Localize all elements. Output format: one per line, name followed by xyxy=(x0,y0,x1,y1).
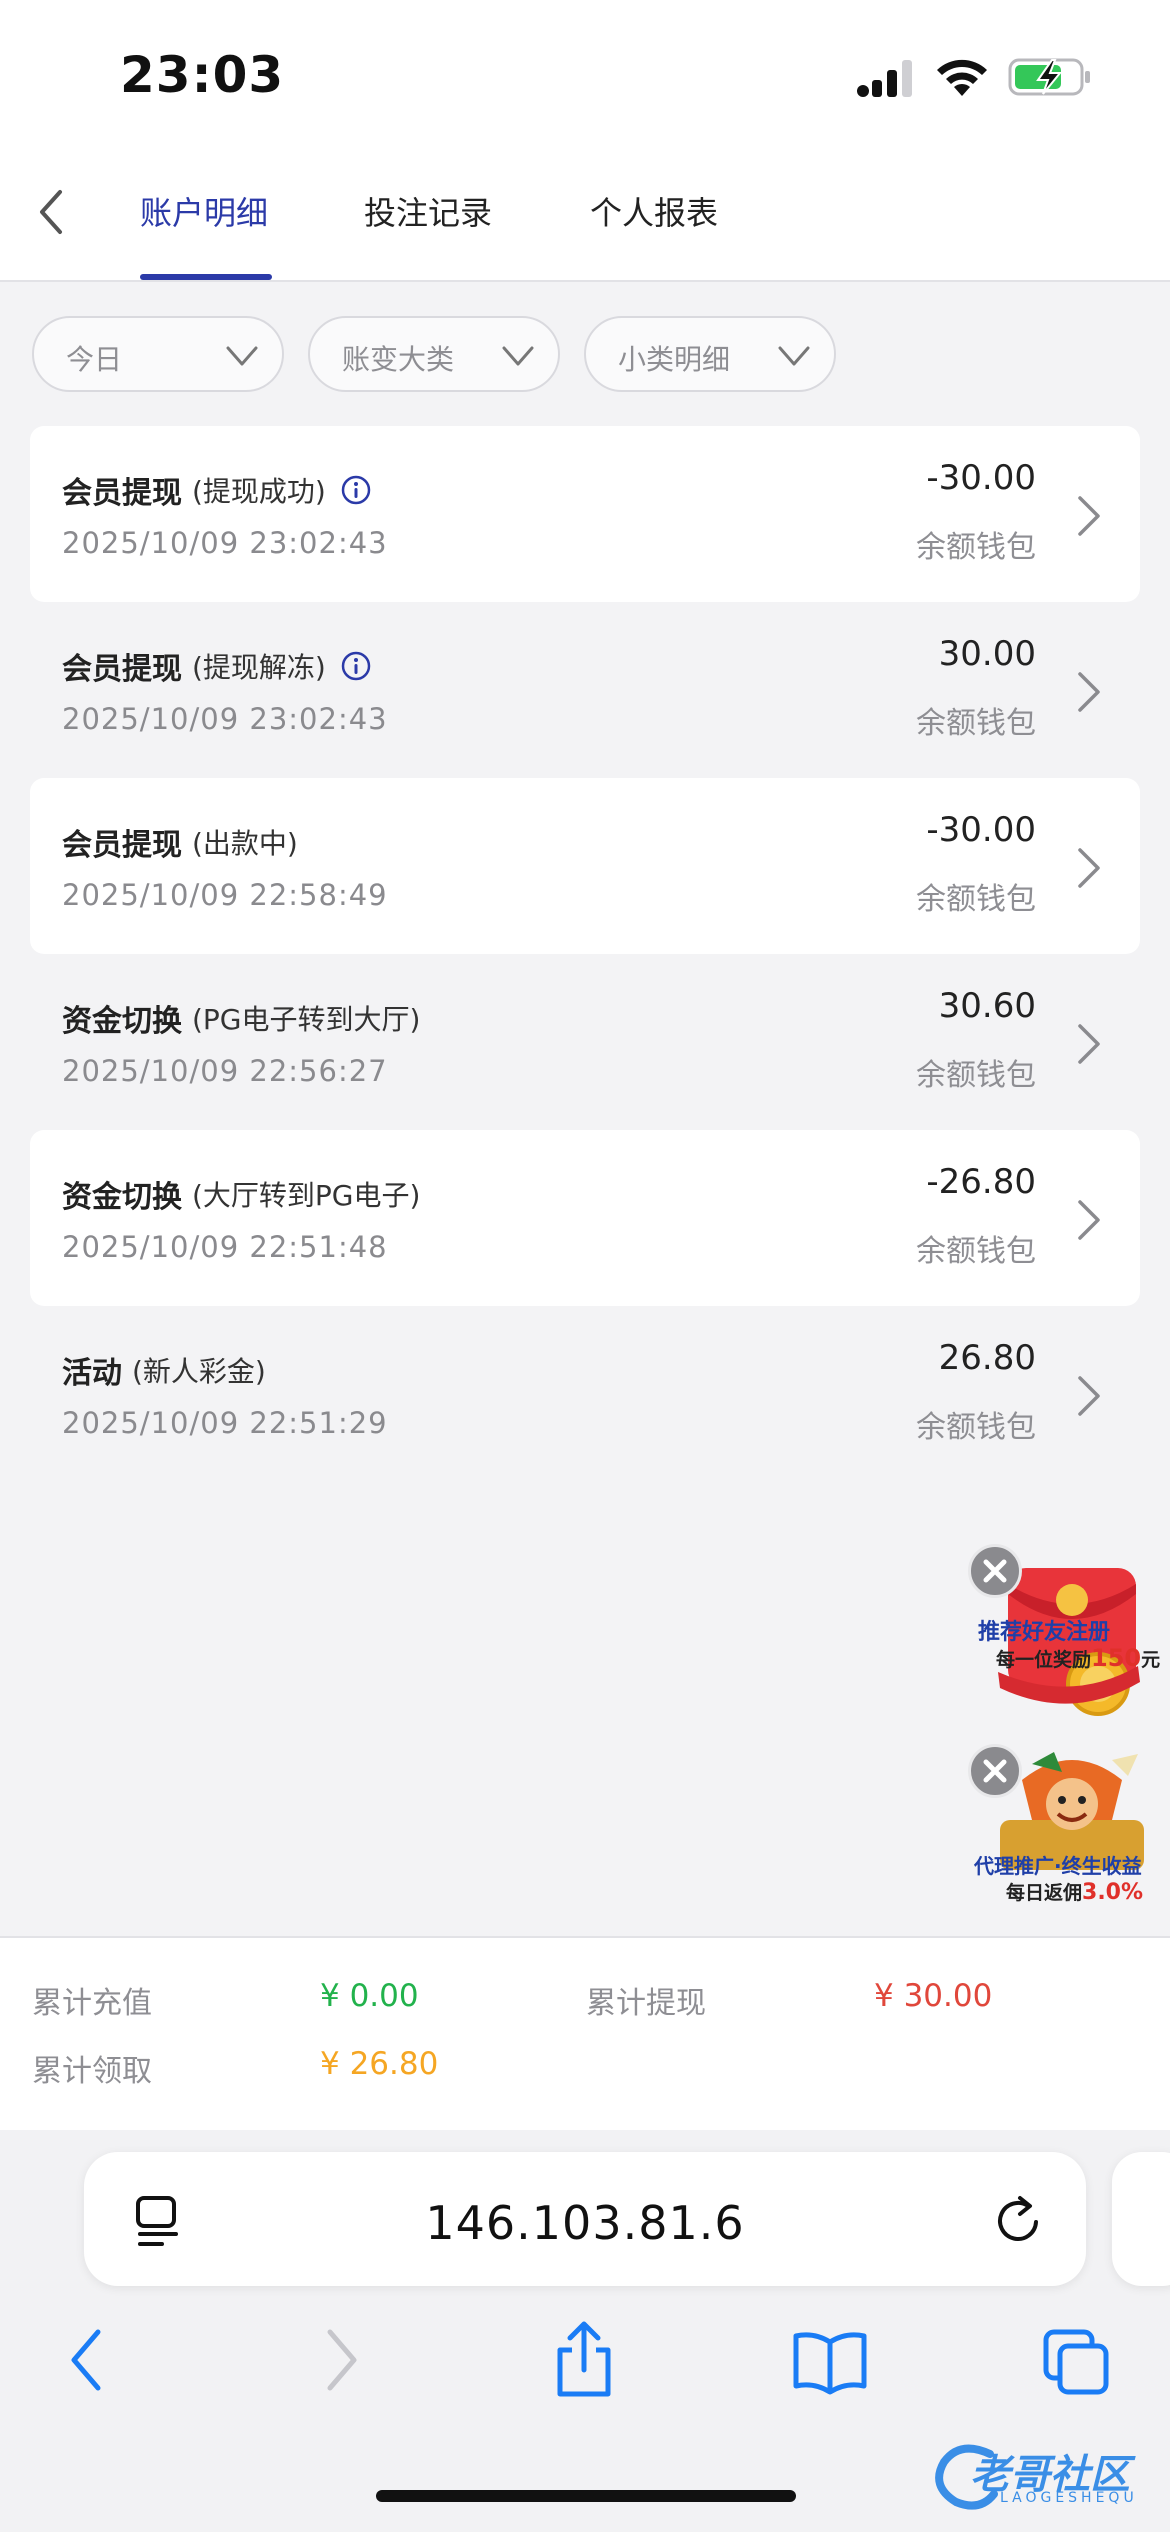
record-subtitle: (提现成功) xyxy=(192,475,326,508)
chevron-right-icon xyxy=(1078,848,1100,888)
total-recharge-label: 累计充值 xyxy=(32,1986,152,2021)
record-subtitle: (PG电子转到大厅) xyxy=(192,1003,421,1036)
chevron-down-icon xyxy=(226,346,258,366)
list-item[interactable]: 会员提现 (出款中) 2025/10/09 22:58:49 -30.00 余额… xyxy=(30,778,1140,954)
record-title: 会员提现 xyxy=(62,828,182,863)
referral-promo-amount: 150 xyxy=(1091,1644,1142,1672)
agent-promo[interactable]: 代理推广·终生收益 每日返佣3.0% xyxy=(968,1744,1168,1920)
filter-date[interactable]: 今日 xyxy=(32,316,284,392)
list-item[interactable]: 资金切换 (大厅转到PG电子) 2025/10/09 22:51:48 -26.… xyxy=(30,1130,1140,1306)
chevron-right-icon xyxy=(1078,1200,1100,1240)
cellular-signal-icon xyxy=(857,60,912,97)
record-date: 2025/10/09 23:02:43 xyxy=(62,526,388,560)
tab-bet-records[interactable]: 投注记录 xyxy=(364,188,492,234)
chevron-right-icon xyxy=(1078,672,1100,712)
referral-promo-suffix: 元 xyxy=(1141,1649,1161,1671)
wifi-icon xyxy=(937,59,987,96)
info-icon[interactable] xyxy=(340,474,372,506)
home-indicator xyxy=(376,2490,796,2502)
total-withdraw-label: 累计提现 xyxy=(586,1986,706,2021)
watermark-subtext: LAOGESHEQU xyxy=(1000,2490,1138,2506)
chevron-right-icon xyxy=(1078,1024,1100,1064)
record-amount: -30.00 xyxy=(926,458,1036,498)
filter-category-label: 账变大类 xyxy=(342,343,455,376)
record-amount: -26.80 xyxy=(926,1162,1036,1202)
referral-promo-prefix: 每一位奖励 xyxy=(996,1649,1092,1671)
total-claim-value: ¥ 26.80 xyxy=(320,2046,439,2082)
record-title: 活动 xyxy=(62,1356,122,1391)
record-date: 2025/10/09 22:51:48 xyxy=(62,1230,388,1264)
referral-promo[interactable]: 推荐好友注册 每一位奖励150元 xyxy=(968,1544,1168,1724)
url-text: 146.103.81.6 xyxy=(425,2196,745,2250)
tab-switcher-icon[interactable] xyxy=(1040,2320,1112,2400)
total-recharge-value: ¥ 0.00 xyxy=(320,1978,419,2014)
next-tab-peek[interactable] xyxy=(1112,2152,1170,2286)
agent-promo-prefix: 每日返佣 xyxy=(1006,1882,1083,1904)
status-bar: 23:03 xyxy=(0,0,1170,150)
filter-subcategory[interactable]: 小类明细 xyxy=(584,316,836,392)
watermark-logo: 老哥社区 LAOGESHEQU xyxy=(930,2432,1160,2512)
battery-charging-icon xyxy=(1008,58,1090,96)
status-time: 23:03 xyxy=(120,46,285,104)
list-item[interactable]: 会员提现 (提现成功) 2025/10/09 23:02:43 -30.00 余… xyxy=(30,426,1140,602)
record-wallet: 余额钱包 xyxy=(916,706,1036,741)
record-amount: -30.00 xyxy=(926,810,1036,850)
list-item[interactable]: 资金切换 (PG电子转到大厅) 2025/10/09 22:56:27 30.6… xyxy=(30,954,1140,1130)
record-subtitle: (出款中) xyxy=(192,827,298,860)
list-item[interactable]: 活动 (新人彩金) 2025/10/09 22:51:29 26.80 余额钱包 xyxy=(30,1306,1140,1482)
record-title: 会员提现 xyxy=(62,652,182,687)
back-chevron-icon[interactable] xyxy=(30,186,74,238)
total-claim-label: 累计领取 xyxy=(32,2054,152,2089)
tab-personal-report[interactable]: 个人报表 xyxy=(590,188,718,234)
record-date: 2025/10/09 22:51:29 xyxy=(62,1406,388,1440)
record-title: 资金切换 xyxy=(62,1180,182,1215)
record-title: 会员提现 xyxy=(62,476,182,511)
record-wallet: 余额钱包 xyxy=(916,1410,1036,1445)
chevron-right-icon xyxy=(1078,496,1100,536)
share-icon[interactable] xyxy=(552,2320,616,2400)
agent-promo-title: 代理推广·终生收益 xyxy=(974,1854,1142,1878)
bookmarks-icon[interactable] xyxy=(792,2320,868,2400)
referral-promo-title: 推荐好友注册 xyxy=(978,1620,1111,1645)
browser-forward-icon[interactable] xyxy=(316,2320,366,2400)
record-wallet: 余额钱包 xyxy=(916,1234,1036,1269)
active-tab-indicator xyxy=(140,274,272,280)
record-title: 资金切换 xyxy=(62,1004,182,1039)
record-wallet: 余额钱包 xyxy=(916,530,1036,565)
list-item[interactable]: 会员提现 (提现解冻) 2025/10/09 23:02:43 30.00 余额… xyxy=(30,602,1140,778)
record-amount: 30.60 xyxy=(938,986,1036,1026)
reload-icon[interactable] xyxy=(992,2192,1046,2248)
record-amount: 26.80 xyxy=(938,1338,1036,1378)
total-withdraw-value: ¥ 30.00 xyxy=(874,1978,993,2014)
record-date: 2025/10/09 23:02:43 xyxy=(62,702,388,736)
record-wallet: 余额钱包 xyxy=(916,1058,1036,1093)
close-icon[interactable] xyxy=(968,1544,1022,1598)
record-subtitle: (新人彩金) xyxy=(132,1355,266,1388)
record-wallet: 余额钱包 xyxy=(916,882,1036,917)
chevron-right-icon xyxy=(1078,1376,1100,1416)
record-amount: 30.00 xyxy=(938,634,1036,674)
agent-promo-amount: 3.0% xyxy=(1082,1880,1144,1905)
chevron-down-icon xyxy=(778,346,810,366)
filter-subcategory-label: 小类明细 xyxy=(618,343,731,376)
tab-account-details[interactable]: 账户明细 xyxy=(140,188,268,234)
info-icon[interactable] xyxy=(340,650,372,682)
totals-summary: 累计充值 ¥ 0.00 累计提现 ¥ 30.00 累计领取 ¥ 26.80 xyxy=(0,1936,1170,2130)
record-subtitle: (提现解冻) xyxy=(192,651,326,684)
record-subtitle: (大厅转到PG电子) xyxy=(192,1179,421,1212)
top-tab-bar: 账户明细 投注记录 个人报表 xyxy=(0,150,1170,282)
filter-category[interactable]: 账变大类 xyxy=(308,316,560,392)
record-date: 2025/10/09 22:58:49 xyxy=(62,878,388,912)
browser-back-icon[interactable] xyxy=(62,2320,112,2400)
filter-date-label: 今日 xyxy=(66,343,123,376)
chevron-down-icon xyxy=(502,346,534,366)
record-date: 2025/10/09 22:56:27 xyxy=(62,1054,388,1088)
address-bar[interactable]: 146.103.81.6 xyxy=(84,2152,1086,2286)
close-icon[interactable] xyxy=(968,1744,1022,1798)
